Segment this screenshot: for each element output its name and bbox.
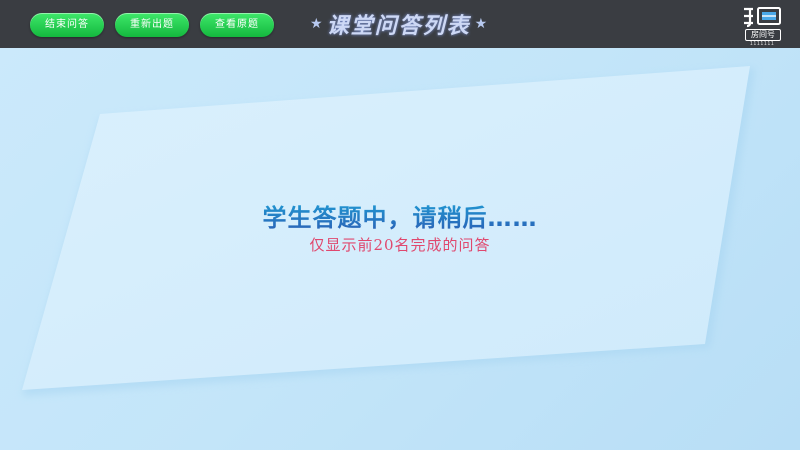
new-question-button[interactable]: 重新出题 <box>115 13 189 37</box>
view-original-question-button[interactable]: 查看原题 <box>200 13 274 37</box>
platform-logo: 房间号 1111111 <box>738 6 786 47</box>
top-toolbar: 结束问答 重新出题 查看原题 ★ 课堂问答列表 ★ 房间号 1111111 <box>0 0 800 48</box>
star-icon: ★ <box>474 16 488 32</box>
room-number: 1111111 <box>749 41 775 47</box>
page-title-group: ★ 课堂问答列表 ★ <box>310 8 487 40</box>
top-20-note: 仅显示前20名完成的问答 <box>309 236 491 254</box>
app-screen: 结束问答 重新出题 查看原题 ★ 课堂问答列表 ★ 房间号 1111111 学生… <box>0 0 800 450</box>
room-label: 房间号 <box>745 29 781 41</box>
end-qa-button[interactable]: 结束问答 <box>30 13 104 37</box>
star-icon: ★ <box>310 16 323 32</box>
page-title: 课堂问答列表 <box>326 14 471 39</box>
waiting-status-text: 学生答题中，请稍后…… <box>0 198 800 233</box>
main-content: 学生答题中，请稍后…… 仅显示前20名完成的问答 <box>0 48 800 450</box>
douyu-logo-icon <box>744 7 781 28</box>
